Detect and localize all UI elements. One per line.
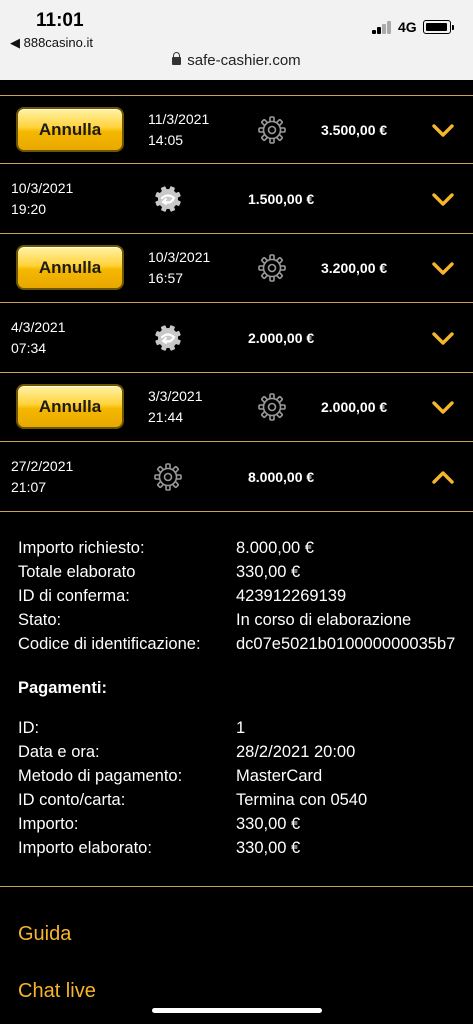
payment-label: ID: xyxy=(18,719,40,737)
payment-label: Importo elaborato: xyxy=(18,839,152,857)
transaction-time: 16:57 xyxy=(148,270,184,286)
gear-icon xyxy=(258,254,286,282)
battery-icon xyxy=(423,20,454,34)
gear-icon xyxy=(154,462,182,491)
detail-value: 423912269139 xyxy=(236,587,347,605)
payment-row: ID: 1 xyxy=(18,716,468,740)
payment-value: 1 xyxy=(236,719,246,737)
transaction-amount: 3.500,00 € xyxy=(321,122,388,138)
cancel-button[interactable]: Annulla xyxy=(16,384,124,429)
transaction-datetime: 10/3/2021 16:57 xyxy=(148,247,210,289)
chevron-down-icon[interactable] xyxy=(432,192,454,206)
transaction-time: 07:34 xyxy=(11,339,47,356)
transaction-details: Importo richiesto: 8.000,00 € Totale elab… xyxy=(18,536,468,860)
transaction-date: 27/2/2021 xyxy=(11,457,74,474)
detail-value: In corso di elaborazione xyxy=(236,611,412,629)
transaction-date: 10/3/2021 xyxy=(11,179,74,196)
section-divider xyxy=(0,886,473,887)
transaction-row[interactable]: 10/3/2021 19:20 1.500,00 € xyxy=(0,165,473,234)
transaction-date: 4/3/2021 xyxy=(11,318,66,335)
detail-label: Stato: xyxy=(18,611,62,629)
transaction-amount: 2.000,00 € xyxy=(321,399,388,415)
payment-value: 330,00 € xyxy=(236,839,301,857)
back-to-app-link[interactable]: ◀ 888casino.it xyxy=(10,35,93,51)
transaction-row[interactable]: Annulla 10/3/2021 16:57 3.200,00 € xyxy=(0,234,473,303)
payments-title: Pagamenti: xyxy=(18,679,107,697)
cellular-signal-icon xyxy=(372,20,394,34)
payment-label: Data e ora: xyxy=(18,743,100,761)
transaction-amount: 1.500,00 € xyxy=(248,190,315,207)
detail-value: dc07e5021b010000000035b7 xyxy=(236,635,456,653)
refund-icon xyxy=(154,185,182,213)
detail-label: Codice di identificazione: xyxy=(18,635,201,653)
browser-top-bar: 11:01 ◀ 888casino.it 4G safe-cashier.com xyxy=(0,0,473,80)
detail-label: ID di conferma: xyxy=(18,587,130,605)
transaction-row[interactable]: 4/3/2021 07:34 2.000,00 € xyxy=(0,304,473,373)
payment-row: Metodo di pagamento: MasterCard xyxy=(18,764,468,788)
detail-row: Stato: In corso di elaborazione xyxy=(18,608,468,632)
transaction-time: 14:05 xyxy=(148,132,184,148)
payment-row: Importo elaborato: 330,00 € xyxy=(18,836,468,860)
detail-row: ID di conferma: 423912269139 xyxy=(18,584,468,608)
detail-row: Codice di identificazione: dc07e5021b010… xyxy=(18,632,468,656)
payment-row: ID conto/carta: Termina con 0540 xyxy=(18,788,468,812)
status-time: 11:01 xyxy=(36,10,84,31)
live-chat-link[interactable]: Chat live xyxy=(18,980,96,1003)
transaction-time: 21:44 xyxy=(148,409,184,425)
cancel-button[interactable]: Annulla xyxy=(16,245,124,290)
refund-icon xyxy=(154,324,182,352)
detail-row: Importo richiesto: 8.000,00 € xyxy=(18,536,468,560)
transaction-date: 11/3/2021 xyxy=(148,111,210,127)
payment-label: ID conto/carta: xyxy=(18,791,126,809)
transaction-datetime: 10/3/2021 19:20 xyxy=(11,178,73,220)
payment-value: 330,00 € xyxy=(236,815,301,833)
chevron-down-icon[interactable] xyxy=(432,331,454,345)
payment-row: Importo: 330,00 € xyxy=(18,812,468,836)
payment-label: Metodo di pagamento: xyxy=(18,767,183,785)
transaction-time: 19:20 xyxy=(11,200,47,217)
chevron-down-icon[interactable] xyxy=(432,261,454,275)
transaction-row[interactable]: Annulla 3/3/2021 21:44 2.000,00 € xyxy=(0,373,473,442)
transaction-date: 10/3/2021 xyxy=(148,249,211,265)
detail-label: Totale elaborato xyxy=(18,563,136,581)
address-bar[interactable]: safe-cashier.com xyxy=(0,52,473,69)
transaction-datetime: 4/3/2021 07:34 xyxy=(11,317,66,359)
guide-link[interactable]: Guida xyxy=(18,923,71,946)
gear-icon xyxy=(258,116,286,144)
gear-icon xyxy=(258,393,286,421)
payment-value: Termina con 0540 xyxy=(236,791,368,809)
network-type: 4G xyxy=(398,19,417,35)
chevron-down-icon[interactable] xyxy=(432,123,454,137)
payment-value: 28/2/2021 20:00 xyxy=(236,743,356,761)
transaction-row[interactable]: 27/2/2021 21:07 8.000,00 € xyxy=(0,443,473,512)
transaction-amount: 3.200,00 € xyxy=(321,260,388,276)
detail-row: Totale elaborato 330,00 € xyxy=(18,560,468,584)
detail-value: 8.000,00 € xyxy=(236,539,314,557)
transaction-amount: 8.000,00 € xyxy=(248,468,315,485)
cancel-button[interactable]: Annulla xyxy=(16,107,124,152)
detail-label: Importo richiesto: xyxy=(18,539,145,557)
lock-icon xyxy=(172,52,182,65)
payment-value: MasterCard xyxy=(236,767,323,785)
chevron-up-icon[interactable] xyxy=(432,470,454,484)
transaction-datetime: 27/2/2021 21:07 xyxy=(11,456,73,498)
url-text: safe-cashier.com xyxy=(187,52,301,69)
payment-label: Importo: xyxy=(18,815,79,833)
transaction-datetime: 3/3/2021 21:44 xyxy=(148,386,203,428)
transaction-datetime: 11/3/2021 14:05 xyxy=(148,109,209,151)
transaction-row[interactable]: Annulla 11/3/2021 14:05 3.500,00 € xyxy=(0,95,473,164)
payment-row: Data e ora: 28/2/2021 20:00 xyxy=(18,740,468,764)
transaction-amount: 2.000,00 € xyxy=(248,329,315,346)
transaction-date: 3/3/2021 xyxy=(148,388,203,404)
home-indicator[interactable] xyxy=(152,1008,322,1013)
chevron-down-icon[interactable] xyxy=(432,400,454,414)
transaction-time: 21:07 xyxy=(11,478,47,495)
detail-value: 330,00 € xyxy=(236,563,301,581)
